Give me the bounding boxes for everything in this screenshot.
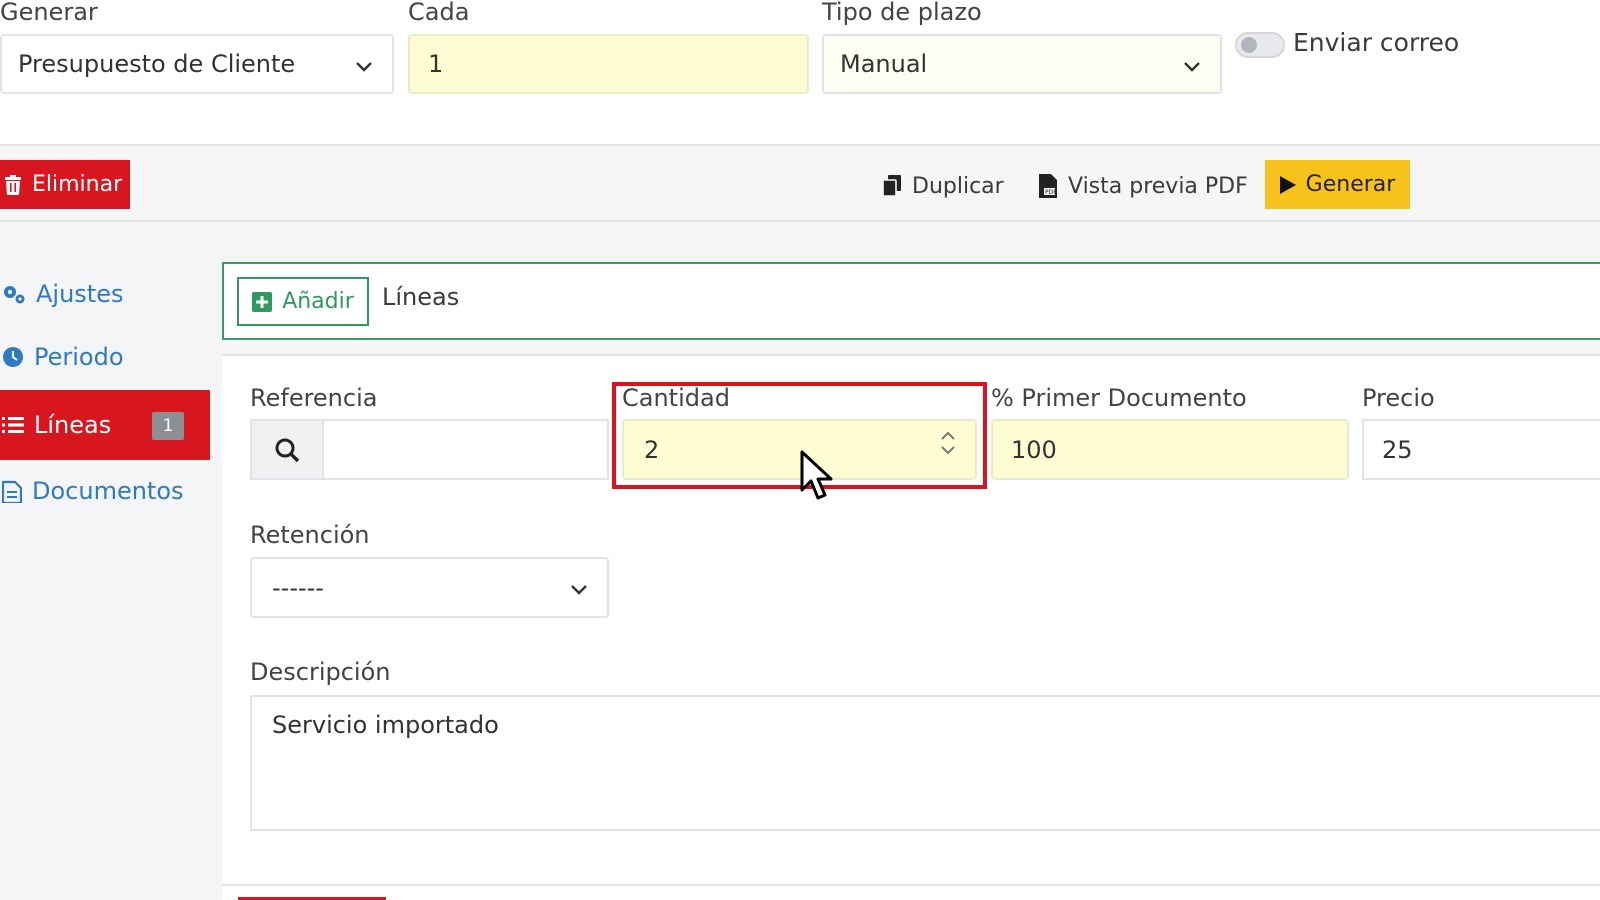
delete-button[interactable]: Eliminar (0, 160, 130, 209)
mouse-pointer-icon (800, 450, 833, 500)
every-input-value: 1 (428, 50, 444, 78)
duplicate-button[interactable]: Duplicar (882, 168, 1004, 204)
pdf-preview-button-label: Vista previa PDF (1068, 173, 1248, 199)
copy-icon (882, 175, 901, 197)
duplicate-button-label: Duplicar (912, 173, 1004, 199)
chevron-down-icon (356, 62, 372, 72)
sidebar-item-label: Documentos (32, 477, 184, 505)
sidebar-item-settings[interactable]: Ajustes (0, 259, 210, 329)
retention-select[interactable]: ------ (250, 557, 609, 618)
reference-label: Referencia (250, 384, 378, 412)
generate-select[interactable]: Presupuesto de Cliente (0, 34, 394, 94)
generate-button-label: Generar (1305, 172, 1396, 197)
price-input-value: 25 (1382, 435, 1413, 464)
description-label: Descripción (250, 658, 391, 686)
term-type-select[interactable]: Manual (822, 34, 1222, 94)
documents-icon (2, 480, 22, 503)
retention-select-value: ------ (272, 573, 324, 602)
pdf-preview-button[interactable]: PDF Vista previa PDF (1038, 168, 1248, 204)
sidebar-item-documents[interactable]: Documentos (0, 456, 210, 526)
every-label: Cada (408, 0, 470, 26)
add-line-button-label: Añadir (282, 289, 354, 314)
description-textarea[interactable]: Servicio importado (250, 695, 1600, 831)
sidebar-item-period[interactable]: Periodo (0, 322, 210, 392)
chevron-down-icon (571, 585, 587, 595)
chevron-down-icon (1184, 62, 1200, 72)
trash-icon (5, 174, 21, 195)
first-document-input-value: 100 (1011, 435, 1057, 464)
price-label: Precio (1362, 384, 1435, 412)
send-email-toggle[interactable] (1235, 32, 1285, 58)
term-type-select-value: Manual (840, 50, 928, 78)
file-pdf-icon: PDF (1039, 174, 1057, 198)
every-input[interactable]: 1 (408, 34, 809, 94)
sidebar-item-lines[interactable]: Líneas 1 (0, 390, 210, 460)
add-line-button[interactable]: Añadir (237, 277, 369, 326)
search-icon (275, 438, 300, 462)
play-icon (1279, 175, 1296, 194)
lines-count-badge: 1 (152, 412, 184, 440)
sidebar-item-label: Líneas (34, 411, 112, 439)
retention-label: Retención (250, 521, 370, 549)
generate-label: Generar (0, 0, 98, 26)
description-textarea-value: Servicio importado (272, 711, 499, 739)
generate-button[interactable]: Generar (1265, 160, 1410, 209)
reference-input[interactable] (322, 419, 609, 480)
clock-icon (3, 347, 23, 367)
term-type-label: Tipo de plazo (822, 0, 982, 26)
sidebar-item-label: Periodo (34, 343, 124, 371)
generate-select-value: Presupuesto de Cliente (18, 50, 296, 78)
first-document-label: % Primer Documento (991, 384, 1247, 412)
lines-section-title: Líneas (382, 283, 460, 311)
first-document-input[interactable]: 100 (991, 419, 1349, 480)
plus-square-icon (252, 291, 273, 312)
sidebar-item-label: Ajustes (36, 280, 124, 308)
price-input[interactable]: 25 (1362, 419, 1600, 480)
panel-footer (222, 884, 1600, 900)
toggle-knob (1241, 37, 1257, 53)
cogs-icon (4, 286, 25, 304)
reference-search-button[interactable] (250, 419, 324, 480)
send-email-label: Enviar correo (1293, 28, 1460, 57)
delete-button-label: Eliminar (32, 172, 123, 197)
list-icon (2, 417, 24, 433)
svg-text:PDF: PDF (1045, 189, 1057, 196)
